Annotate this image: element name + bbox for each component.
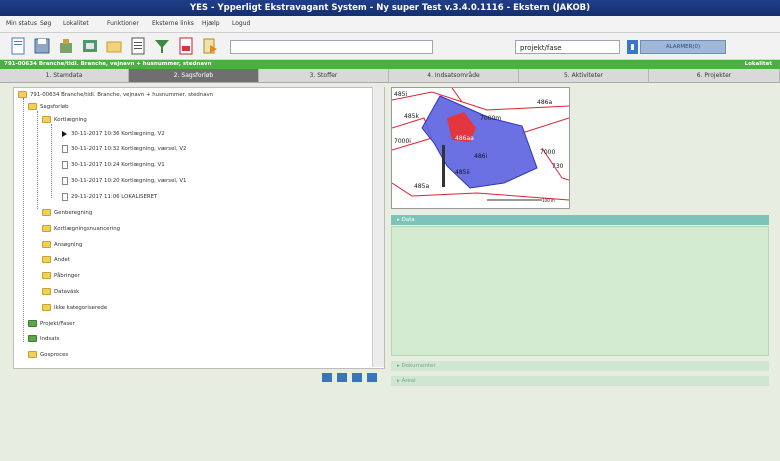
- tree-folder[interactable]: Ikke kategoriserede: [42, 303, 107, 313]
- tree-scrollbar[interactable]: [372, 87, 384, 367]
- tab-bar: 1. Stamdata 2. Sagsforløb 3. Stoffer 4. …: [0, 69, 780, 83]
- tab-indsatsomrade[interactable]: 4. Indsatsområde: [389, 69, 519, 82]
- tree-folder[interactable]: Genberegning: [42, 208, 92, 218]
- map-layer-icon[interactable]: [81, 37, 99, 55]
- tree-doc[interactable]: 30-11-2017 10:20 Kortlægning, værsel, V1: [62, 176, 186, 186]
- window-title: YES - Ypperligt Ekstravagant System - Ny…: [0, 0, 780, 16]
- building-icon[interactable]: [57, 37, 75, 55]
- filter-icon[interactable]: [153, 37, 171, 55]
- status-bar: 791-00634 Branche/tidl. Branche, vejnavn…: [0, 60, 780, 69]
- menu-item-sog[interactable]: Søg: [40, 20, 51, 27]
- tree-folder[interactable]: Andet: [42, 255, 70, 265]
- menu-item-min-status[interactable]: Min status: [6, 20, 37, 27]
- folder-icon: [42, 225, 51, 232]
- project-field[interactable]: projekt/fase: [515, 40, 620, 54]
- menu-item-funktioner[interactable]: Funktioner: [107, 20, 139, 27]
- areal-panel-header[interactable]: ▸ Areal: [391, 376, 769, 386]
- document-icon: [62, 176, 68, 185]
- document-icon: [62, 144, 68, 153]
- menu-item-lokalitet[interactable]: Lokalitet: [63, 20, 89, 27]
- map-label: 486aa: [455, 135, 474, 142]
- tree-folder[interactable]: Dataväsk: [42, 287, 79, 297]
- folder-icon: [28, 351, 37, 358]
- toolbar: projekt/fase ALARMER(0): [0, 33, 780, 60]
- tab-aktiviteter[interactable]: 5. Aktiviteter: [519, 69, 649, 82]
- tree-doc-selected[interactable]: 30-11-2017 10:36 Kortlægning, V2: [62, 129, 165, 139]
- tab-sagsforlob[interactable]: 2. Sagsforløb: [129, 69, 259, 82]
- tree-kortlaegning[interactable]: Kortlægning: [42, 115, 87, 125]
- folder-tool-icon[interactable]: [105, 37, 123, 55]
- search-input[interactable]: [230, 40, 433, 54]
- map-label: 485a: [414, 183, 429, 190]
- folder-icon: [42, 209, 51, 216]
- document-icon: [62, 192, 68, 201]
- map-label: 7000: [540, 149, 555, 156]
- tab-projekter[interactable]: 6. Projekter: [649, 69, 780, 82]
- data-panel-header[interactable]: ▸ Data: [391, 215, 769, 225]
- tree-action-icons: [321, 371, 381, 383]
- db-icon-3: [352, 373, 362, 382]
- selected-arrow-icon: [62, 130, 67, 137]
- pdf-icon[interactable]: [177, 37, 195, 55]
- tree-indsats[interactable]: Indsats: [28, 334, 59, 344]
- status-location: 791-00634 Branche/tidl. Branche, vejnavn…: [4, 61, 212, 67]
- db-icon-4: [367, 373, 377, 382]
- green-folder-icon: [28, 320, 37, 327]
- folder-icon: [42, 241, 51, 248]
- tree-projekt[interactable]: Projekt/Faser: [28, 319, 75, 329]
- map-label: 730: [552, 163, 564, 170]
- tree-root[interactable]: 791-00634 Branche/tidl. Branche, vejnavn…: [18, 90, 213, 100]
- document-icon: [62, 160, 68, 169]
- map-label: 7000i: [394, 138, 411, 145]
- map-view[interactable]: 485i 486a 485k 7000m 7000i 486aa 486i 48…: [391, 87, 570, 209]
- alarm-button[interactable]: ALARMER(0): [640, 40, 726, 54]
- dokumenter-panel-header[interactable]: ▸ Dokumenter: [391, 361, 769, 371]
- folder-icon: [42, 256, 51, 263]
- menu-bar: Min status Søg Lokalitet Funktioner Ekst…: [0, 16, 780, 33]
- tree-doc[interactable]: 30-11-2017 10:24 Kortlægning, V1: [62, 160, 165, 170]
- green-folder-icon: [28, 335, 37, 342]
- menu-item-hjaelp[interactable]: Hjælp: [202, 20, 220, 27]
- new-document-icon[interactable]: [9, 37, 27, 55]
- folder-icon: [18, 91, 27, 98]
- tree-sagsforlob[interactable]: Sagsforløb: [28, 102, 69, 112]
- map-scale: 100 m: [542, 198, 555, 203]
- tree-panel: 791-00634 Branche/tidl. Branche, vejnavn…: [13, 87, 385, 369]
- folder-icon: [42, 272, 51, 279]
- folder-icon: [42, 288, 51, 295]
- db-icon-2: [337, 373, 347, 382]
- export-icon[interactable]: [201, 37, 219, 55]
- data-panel-body: [391, 226, 769, 356]
- db-icon-1: [322, 373, 332, 382]
- status-label: Lokalitet: [744, 61, 772, 67]
- tree-gosproces[interactable]: Gosproces: [28, 350, 68, 360]
- report-icon[interactable]: [129, 37, 147, 55]
- save-icon[interactable]: [33, 37, 51, 55]
- map-label: 7000m: [480, 115, 501, 122]
- folder-icon: [28, 103, 37, 110]
- tree-folder[interactable]: Ansøgning: [42, 240, 82, 250]
- project-dropdown-button[interactable]: [627, 40, 638, 54]
- menu-item-eksterne-links[interactable]: Eksterne links: [152, 20, 194, 27]
- folder-icon: [42, 304, 51, 311]
- map-label: 485ii: [455, 169, 470, 176]
- tree-folder[interactable]: Kortlægningsnuancering: [42, 224, 120, 234]
- menu-item-logud[interactable]: Logud: [232, 20, 250, 27]
- map-label: 485k: [404, 113, 419, 120]
- tab-stoffer[interactable]: 3. Stoffer: [259, 69, 389, 82]
- tab-stamdata[interactable]: 1. Stamdata: [0, 69, 129, 82]
- folder-icon: [42, 116, 51, 123]
- tree-folder[interactable]: Påbringer: [42, 271, 80, 281]
- tree-doc[interactable]: 30-11-2017 10:32 Kortlægning, værsel, V2: [62, 144, 186, 154]
- map-label: 485i: [394, 91, 407, 98]
- tree-doc[interactable]: 29-11-2017 11:06 LOKALISERET: [62, 192, 157, 202]
- map-label: 486i: [474, 153, 487, 160]
- map-label: 486a: [537, 99, 552, 106]
